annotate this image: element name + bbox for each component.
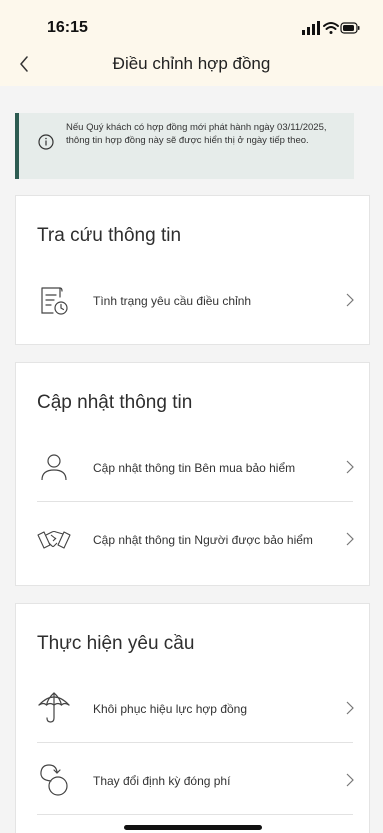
adjustment-status-item[interactable]: Tình trạng yêu cầu điều chỉnh (16, 266, 371, 336)
update-insured-item[interactable]: Cập nhật thông tin Người được bảo hiểm (16, 505, 371, 575)
status-bar: 16:15 (0, 0, 383, 44)
adjustment-status-label: Tình trạng yêu cầu điều chỉnh (93, 294, 252, 308)
status-icons (302, 21, 360, 35)
umbrella-icon (38, 692, 70, 723)
page-title: Điều chỉnh hợp đồng (112, 54, 271, 73)
lookup-card: Tra cứu thông tin Tình trạng yêu cầu điề… (15, 195, 370, 345)
info-notice: Nếu Quý khách có hợp đồng mới phát hành … (15, 113, 354, 179)
home-indicator (124, 825, 262, 830)
header-area: 16:15 Điều chỉnh hợp đồng (0, 0, 383, 86)
divider (37, 501, 353, 502)
change-payment-frequency-label: Thay đổi định kỳ đóng phí (93, 774, 231, 788)
navigation-bar: Điều chỉnh hợp đồng (0, 44, 383, 86)
status-time: 16:15 (47, 19, 88, 36)
battery-icon (340, 22, 360, 34)
update-policyholder-item[interactable]: Cập nhật thông tin Bên mua bảo hiểm (16, 433, 371, 503)
update-insured-label: Cập nhật thông tin Người được bảo hiểm (93, 533, 313, 547)
wifi-icon (323, 22, 339, 34)
request-card: Thực hiện yêu cầu Khôi phục hiệu lực hợp… (15, 603, 370, 833)
update-policyholder-label: Cập nhật thông tin Bên mua bảo hiểm (93, 461, 296, 475)
lookup-section-title: Tra cứu thông tin (37, 225, 182, 246)
document-clock-icon (41, 287, 68, 315)
change-payment-frequency-item[interactable]: Thay đổi định kỳ đóng phí (16, 746, 371, 816)
person-icon (41, 454, 67, 481)
cycle-icon (40, 764, 68, 796)
divider (37, 814, 353, 815)
divider (37, 742, 353, 743)
update-card: Cập nhật thông tin Cập nhật thông tin Bê… (15, 362, 370, 586)
chevron-right-icon (346, 460, 354, 474)
handshake-icon (37, 530, 71, 549)
request-section-title: Thực hiện yêu cầu (37, 633, 195, 654)
chevron-right-icon (346, 532, 354, 546)
signal-icon (302, 21, 320, 35)
chevron-right-icon (346, 773, 354, 787)
notice-text: Nếu Quý khách có hợp đồng mới phát hành … (66, 122, 327, 146)
reinstate-contract-item[interactable]: Khôi phục hiệu lực hợp đồng (16, 674, 371, 744)
chevron-right-icon (346, 701, 354, 715)
reinstate-contract-label: Khôi phục hiệu lực hợp đồng (93, 702, 248, 716)
chevron-right-icon (346, 293, 354, 307)
info-icon (38, 134, 54, 150)
update-section-title: Cập nhật thông tin (37, 392, 193, 413)
